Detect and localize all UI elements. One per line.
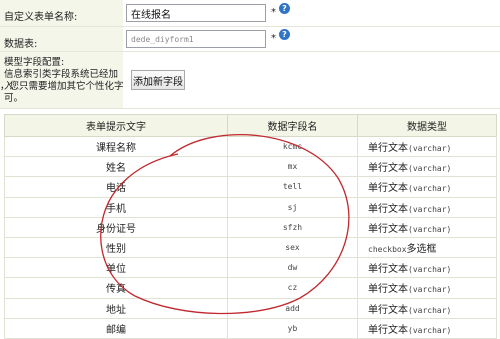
field-type-code: (varchar): [408, 144, 452, 154]
field-type-text: 单行文本: [368, 264, 408, 276]
field-type-text: 多选框: [406, 244, 437, 256]
data-table-label-cell: 数据表:: [0, 27, 123, 51]
table-row: 手机 sj 单行文本(varchar): [4, 196, 497, 218]
model-field-title: 模型字段配置:: [4, 57, 65, 68]
data-table-input[interactable]: [126, 30, 266, 48]
table-row: 电话 tell 单行文本(varchar): [4, 176, 497, 198]
field-label-cell: 单位: [4, 257, 228, 279]
field-label-cell: 传真: [4, 277, 228, 299]
field-label-cell: 课程名称: [4, 135, 228, 158]
table-row: 性别 sex checkbox多选框: [4, 236, 497, 259]
model-field-desc-3: 可。: [4, 93, 24, 104]
field-type-cell: 单行文本(varchar): [357, 196, 497, 218]
field-label-cell: 姓名: [4, 156, 228, 178]
field-type-cell: 单行文本(varchar): [357, 176, 497, 198]
table-row: 传真 cz 单行文本(varchar): [4, 277, 497, 299]
field-type-code: (varchar): [408, 325, 452, 335]
add-field-button[interactable]: 添加新字段: [131, 70, 185, 90]
field-label-cell: 性别: [4, 236, 228, 259]
model-field-desc-2: ，您只需要增加其它个性化字段即: [0, 81, 143, 92]
field-label-cell: 邮编: [4, 317, 228, 339]
form-name-label-cell: 自定义表单名称:: [0, 0, 123, 26]
field-label-cell: 地址: [4, 297, 228, 319]
field-label-cell: 身份证号: [4, 216, 228, 238]
field-type-cell: 单行文本(varchar): [357, 297, 497, 319]
field-type-code: (varchar): [408, 285, 452, 295]
field-type-text: 单行文本: [368, 163, 408, 175]
field-type-cell: 单行文本(varchar): [357, 156, 497, 178]
model-field-row: 模型字段配置: 信息索引类字段系统已经加入 ，您只需要增加其它个性化字段即 可。…: [0, 52, 500, 109]
help-icon[interactable]: ?: [279, 3, 290, 14]
field-type-cell: 单行文本(varchar): [357, 317, 497, 339]
field-type-cell: 单行文本(varchar): [357, 216, 497, 238]
field-type-text: 单行文本: [368, 203, 408, 215]
field-type-text: 单行文本: [368, 304, 408, 316]
model-field-value-cell: 添加新字段: [123, 52, 500, 108]
header-label: 表单提示文字: [4, 114, 228, 137]
field-name-cell: sj: [227, 196, 358, 218]
field-type-code: (varchar): [408, 224, 452, 234]
table-row: 姓名 mx 单行文本(varchar): [4, 156, 497, 178]
field-type-cell: 单行文本(varchar): [357, 135, 497, 158]
table-header-row: 表单提示文字 数据字段名 数据类型: [4, 114, 497, 137]
field-name-cell: sfzh: [227, 216, 358, 238]
field-name-cell: sex: [227, 236, 358, 259]
header-type: 数据类型: [357, 114, 497, 137]
field-type-code: (varchar): [408, 184, 452, 194]
field-type-code: (varchar): [408, 164, 452, 174]
data-table-value-cell: * ?: [123, 27, 500, 51]
fields-table: 表单提示文字 数据字段名 数据类型 课程名称 kcmc 单行文本(varchar) 姓…: [4, 114, 497, 339]
field-type-code: (varchar): [408, 305, 452, 315]
field-name-cell: add: [227, 297, 358, 319]
field-label-cell: 电话: [4, 176, 228, 198]
field-name-cell: kcmc: [227, 135, 358, 158]
field-type-code: (varchar): [408, 204, 452, 214]
field-type-code: (varchar): [408, 265, 452, 275]
model-field-label-cell: 模型字段配置: 信息索引类字段系统已经加入 ，您只需要增加其它个性化字段即 可。: [0, 52, 143, 108]
field-label-cell: 手机: [4, 196, 228, 218]
field-type-cell: checkbox多选框: [357, 236, 497, 259]
data-table-label: 数据表:: [4, 39, 38, 50]
table-row: 单位 dw 单行文本(varchar): [4, 257, 497, 279]
header-field: 数据字段名: [227, 114, 358, 137]
field-type-text: 单行文本: [368, 183, 408, 195]
required-mark: *: [271, 33, 276, 44]
field-name-cell: mx: [227, 156, 358, 178]
table-row: 邮编 yb 单行文本(varchar): [4, 317, 497, 339]
field-name-cell: cz: [227, 277, 358, 299]
field-type-cell: 单行文本(varchar): [357, 277, 497, 299]
form-name-label: 自定义表单名称:: [4, 12, 78, 23]
table-row: 地址 add 单行文本(varchar): [4, 297, 497, 319]
help-icon[interactable]: ?: [279, 29, 290, 40]
field-type-text: 单行文本: [368, 143, 408, 155]
field-name-cell: tell: [227, 176, 358, 198]
field-type-code: checkbox: [368, 245, 407, 255]
data-table-row: 数据表: * ?: [0, 27, 500, 52]
field-type-text: 单行文本: [368, 324, 408, 336]
field-type-text: 单行文本: [368, 284, 408, 296]
field-type-cell: 单行文本(varchar): [357, 257, 497, 279]
required-mark: *: [271, 7, 276, 18]
form-name-input[interactable]: [126, 4, 266, 22]
form-name-row: 自定义表单名称: * ?: [0, 0, 500, 27]
field-type-text: 单行文本: [368, 223, 408, 235]
table-row: 课程名称 kcmc 单行文本(varchar): [4, 135, 497, 158]
field-name-cell: yb: [227, 317, 358, 339]
form-name-value-cell: * ?: [123, 0, 500, 26]
field-name-cell: dw: [227, 257, 358, 279]
table-row: 身份证号 sfzh 单行文本(varchar): [4, 216, 497, 238]
